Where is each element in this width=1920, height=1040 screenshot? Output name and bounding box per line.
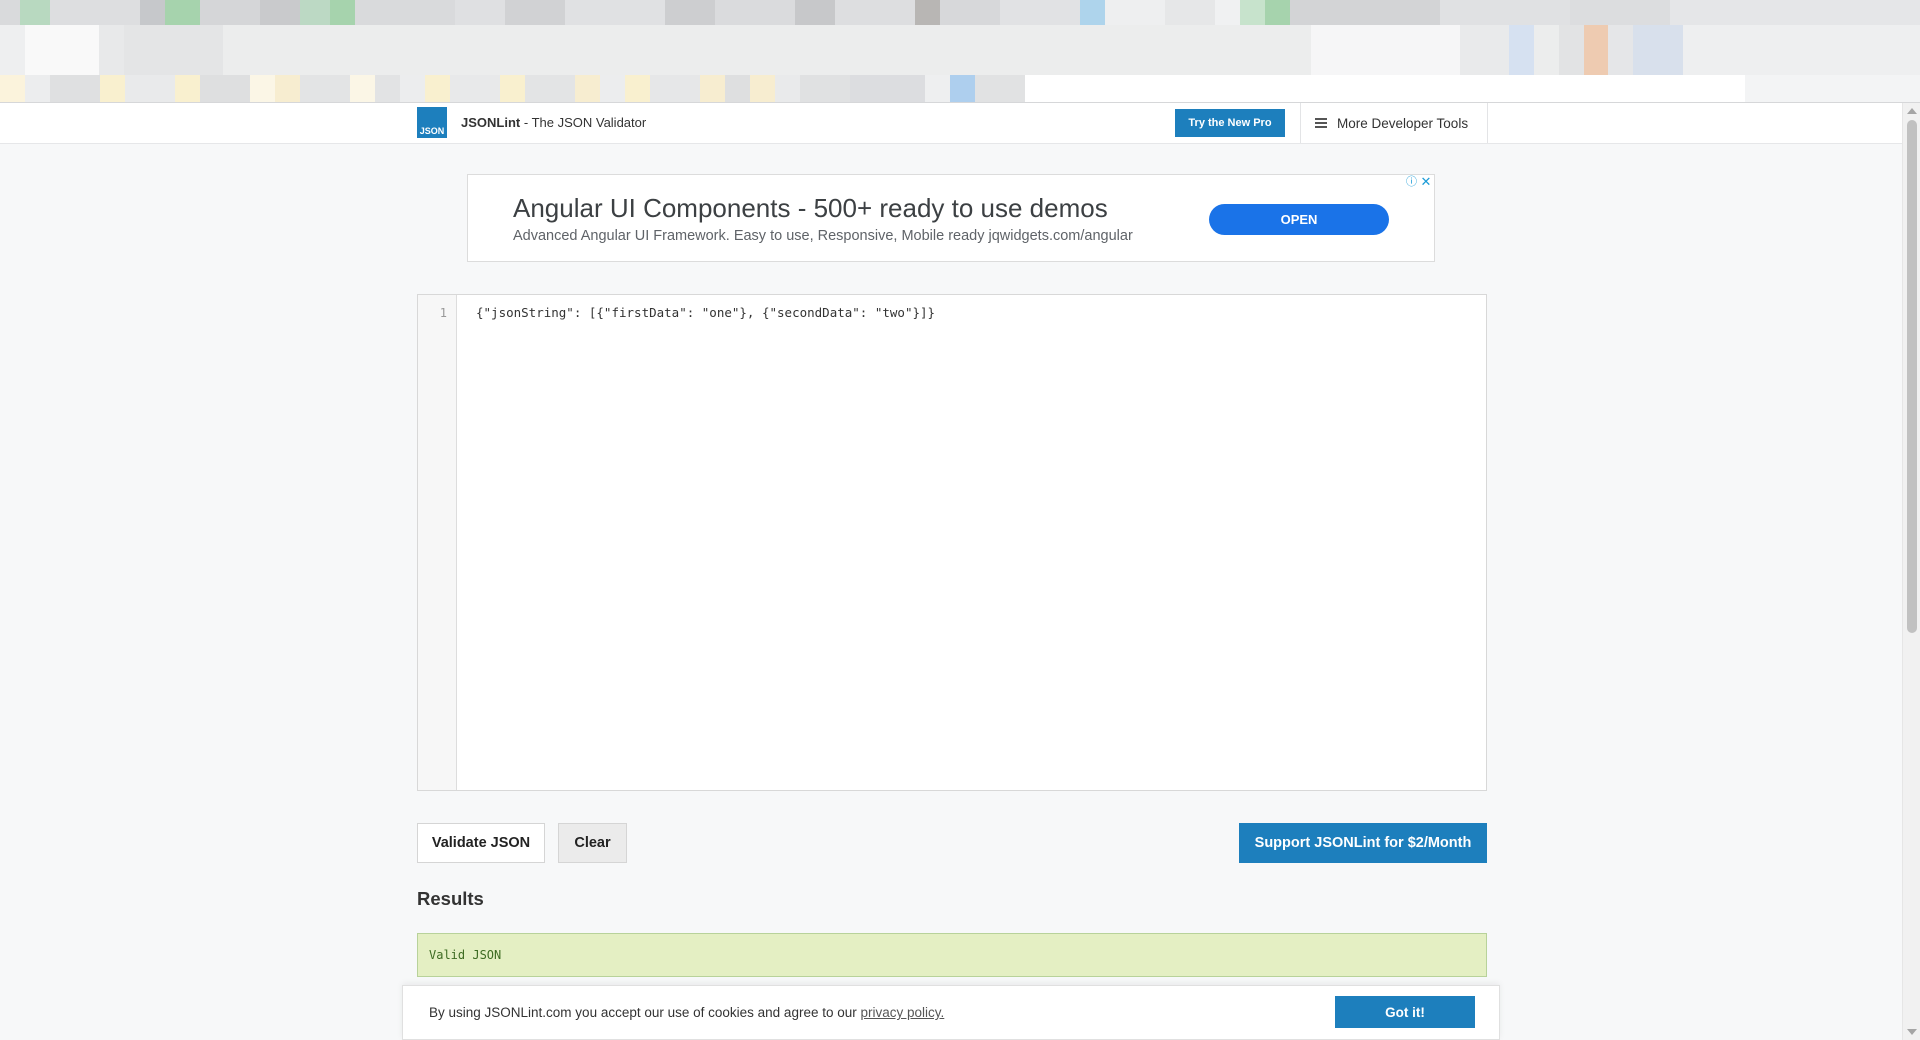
brand-name: JSONLint [461, 115, 521, 130]
blurred-bookmark-row [0, 0, 1920, 25]
ad-title[interactable]: Angular UI Components - 500+ ready to us… [513, 193, 1108, 224]
more-developer-tools-label: More Developer Tools [1337, 115, 1469, 131]
scroll-up-arrow-icon[interactable] [1907, 108, 1917, 114]
cookie-consent-text: By using JSONLint.com you accept our use… [429, 1005, 944, 1020]
ad-description[interactable]: Advanced Angular UI Framework. Easy to u… [513, 228, 1133, 244]
line-number: 1 [439, 306, 447, 320]
site-brand[interactable]: JSONLint - The JSON Validator [461, 115, 646, 130]
try-new-pro-button[interactable]: Try the New Pro [1175, 109, 1285, 137]
ad-open-button[interactable]: OPEN [1209, 204, 1389, 235]
hamburger-icon [1315, 118, 1327, 128]
site-header: JSON JSONLint - The JSON Validator Try t… [0, 103, 1902, 144]
scroll-down-arrow-icon[interactable] [1907, 1029, 1917, 1035]
validate-json-button[interactable]: Validate JSON [417, 823, 545, 863]
jsonlint-logo[interactable]: JSON [417, 107, 447, 138]
cookie-consent-bar: By using JSONLint.com you accept our use… [402, 985, 1500, 1040]
got-it-button[interactable]: Got it! [1335, 996, 1475, 1028]
page-scrollbar[interactable] [1902, 103, 1920, 1040]
ad-close-icon[interactable]: ✕ [1419, 175, 1433, 189]
editor-gutter: 1 [418, 295, 457, 790]
editor-code-line[interactable]: {"jsonString": [{"firstData": "one"}, {"… [476, 305, 935, 320]
privacy-policy-link[interactable]: privacy policy. [861, 1005, 945, 1020]
blurred-toolbar-row [0, 75, 1920, 103]
brand-separator: - [520, 115, 532, 130]
results-heading: Results [417, 888, 484, 909]
support-jsonlint-button[interactable]: Support JSONLint for $2/Month [1239, 823, 1487, 863]
blurred-address-row [0, 25, 1920, 75]
result-message: Valid JSON [429, 948, 502, 962]
scrollbar-thumb[interactable] [1907, 120, 1917, 633]
ad-banner[interactable]: Angular UI Components - 500+ ready to us… [467, 174, 1435, 262]
brand-tagline: The JSON Validator [531, 115, 647, 130]
browser-chrome-blurred [0, 0, 1920, 103]
json-editor[interactable]: 1 {"jsonString": [{"firstData": "one"}, … [417, 294, 1487, 791]
result-box: Valid JSON [417, 933, 1487, 977]
ad-info-icon[interactable]: ⓘ [1405, 176, 1418, 189]
cookie-text: By using JSONLint.com you accept our use… [429, 1005, 861, 1020]
more-developer-tools-menu[interactable]: More Developer Tools [1300, 103, 1488, 143]
clear-button[interactable]: Clear [558, 823, 627, 863]
